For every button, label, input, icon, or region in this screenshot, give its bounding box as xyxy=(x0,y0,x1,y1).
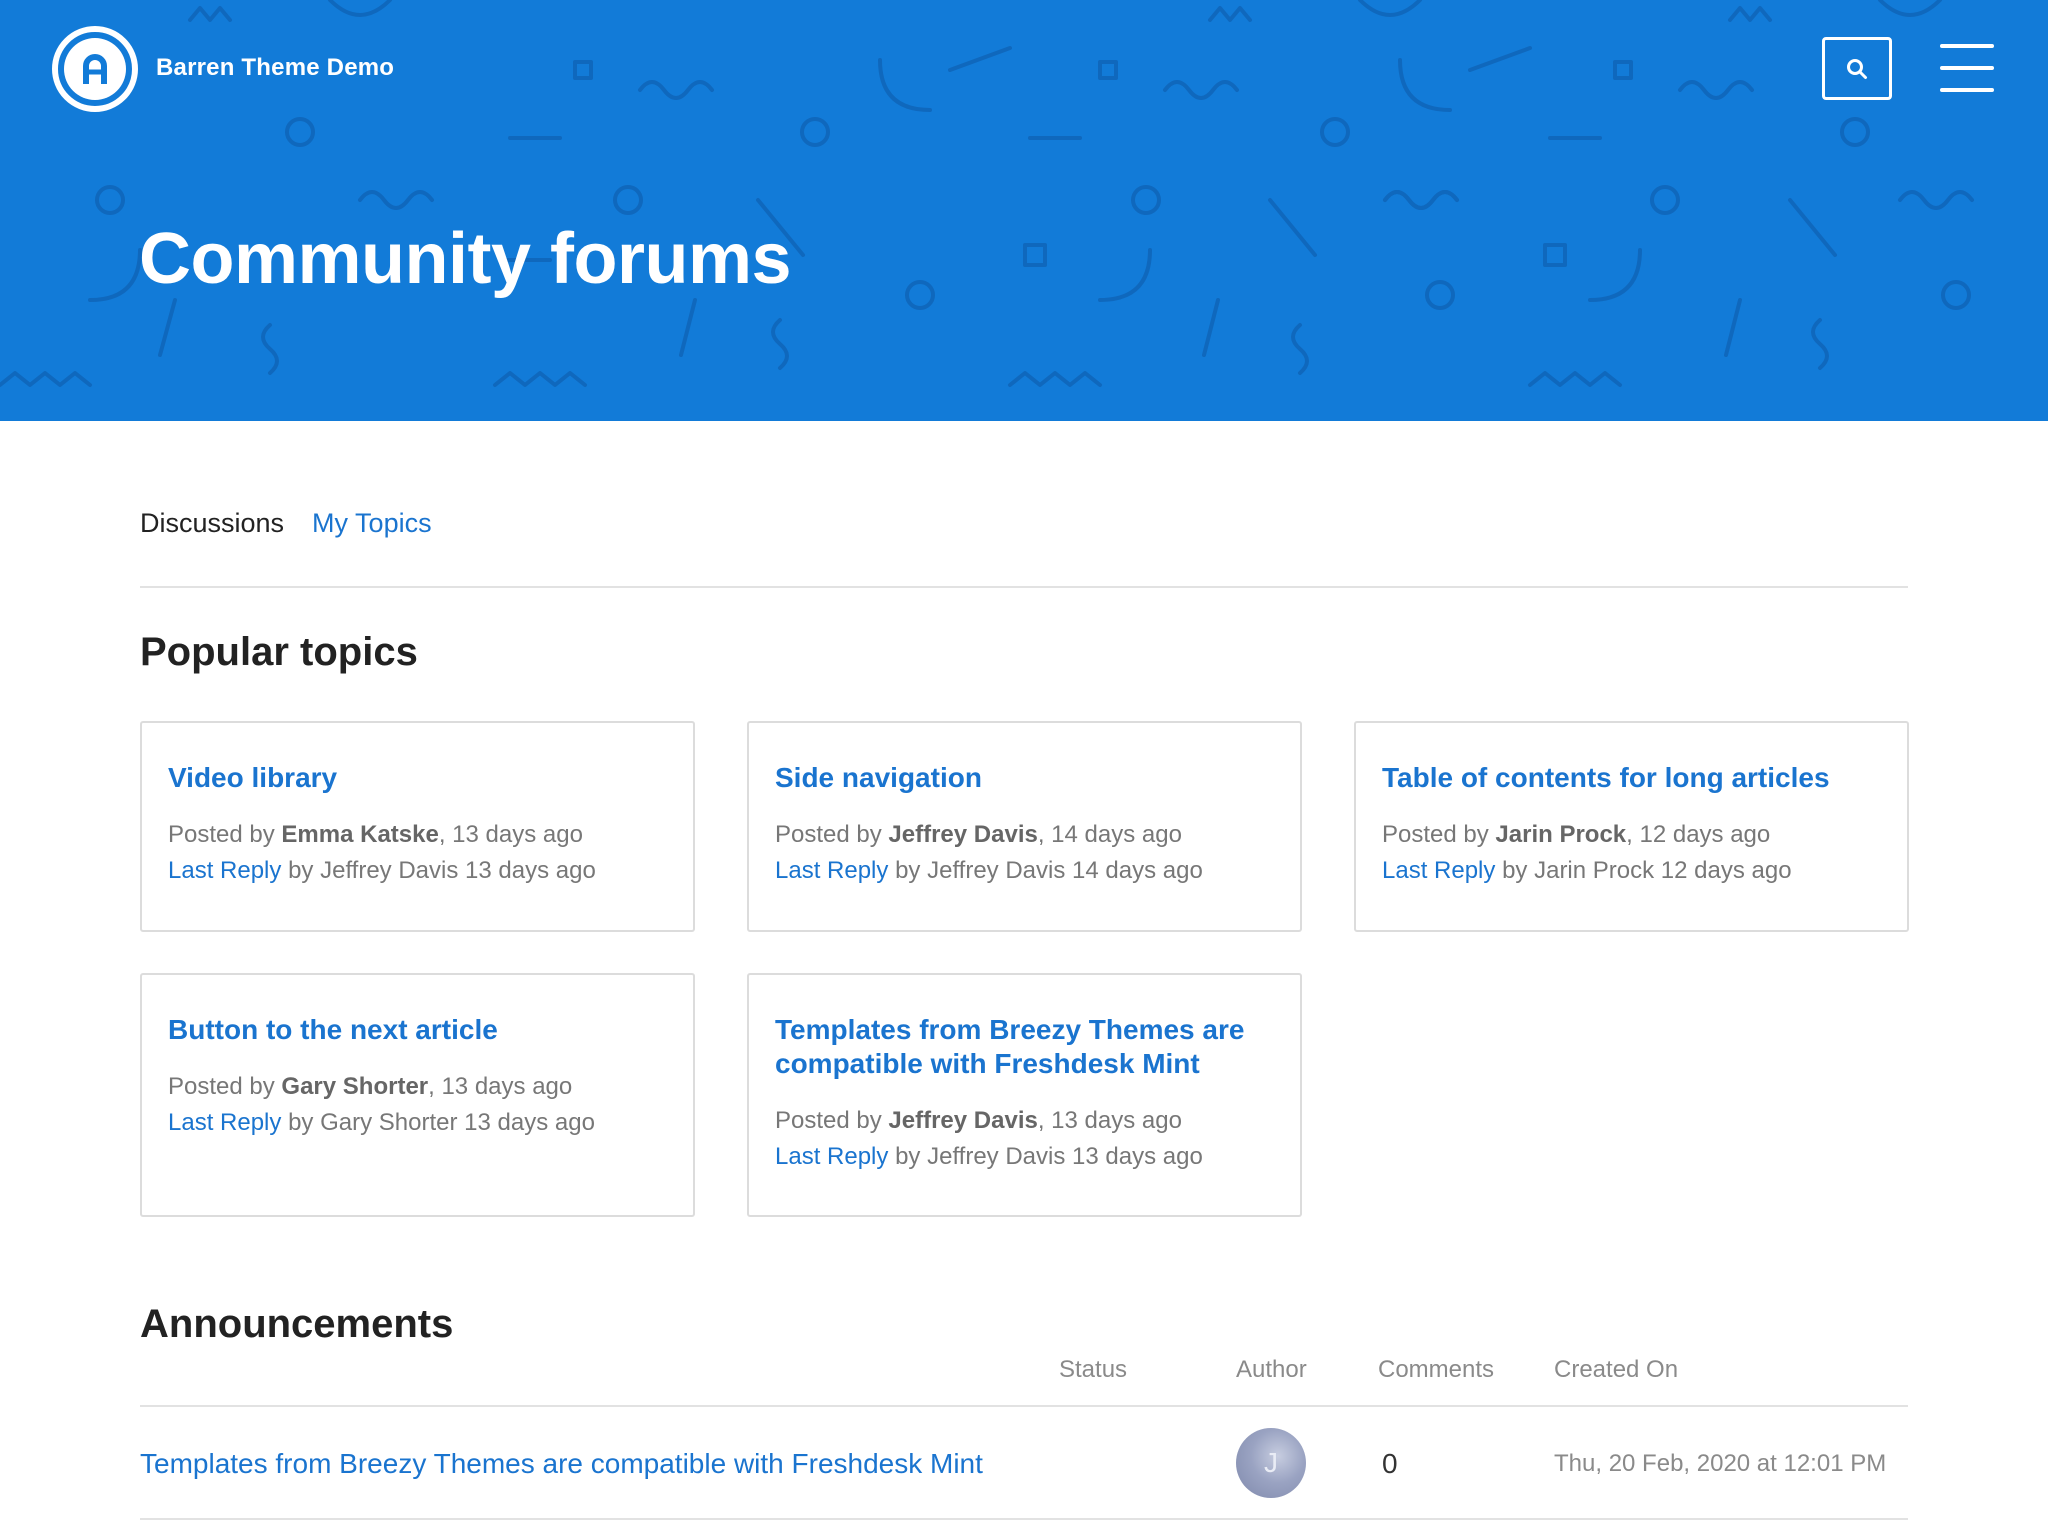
hero-banner: Barren Theme Demo Community forums xyxy=(0,0,2048,421)
topic-author: Jeffrey Davis xyxy=(888,1107,1038,1134)
last-reply-link[interactable]: Last Reply xyxy=(775,1143,888,1170)
last-reply-link[interactable]: Last Reply xyxy=(168,857,281,884)
topic-title[interactable]: Templates from Breezy Themes are compati… xyxy=(775,1013,1245,1081)
search-button[interactable] xyxy=(1822,37,1892,100)
topic-meta: Posted by Gary Shorter, 13 days ago Last… xyxy=(168,1069,667,1141)
last-reply-info: Jarin Prock 12 days ago xyxy=(1534,857,1792,884)
posted-prefix: Posted by xyxy=(775,1107,882,1134)
menu-line xyxy=(1940,88,1994,92)
posted-ago: , 13 days ago xyxy=(428,1073,573,1100)
topic-meta: Posted by Jeffrey Davis, 14 days ago Las… xyxy=(775,817,1274,889)
topic-author: Jeffrey Davis xyxy=(888,821,1038,848)
topic-author: Gary Shorter xyxy=(281,1073,429,1100)
column-header-created-on: Created On xyxy=(1554,1356,1679,1383)
last-reply-info: Gary Shorter 13 days ago xyxy=(320,1109,595,1136)
topic-title[interactable]: Table of contents for long articles xyxy=(1382,761,1881,795)
announcements-heading: Announcements xyxy=(140,1302,454,1346)
last-reply-link[interactable]: Last Reply xyxy=(168,1109,281,1136)
topic-card[interactable]: Side navigation Posted by Jeffrey Davis,… xyxy=(747,721,1302,932)
last-reply-link[interactable]: Last Reply xyxy=(1382,857,1495,884)
posted-ago: , 14 days ago xyxy=(1037,821,1182,848)
column-header-comments: Comments xyxy=(1378,1356,1495,1383)
tab-discussions[interactable]: Discussions xyxy=(140,508,284,539)
posted-prefix: Posted by xyxy=(168,821,275,848)
last-reply-link[interactable]: Last Reply xyxy=(775,857,888,884)
hamburger-menu-icon[interactable] xyxy=(1940,44,1994,92)
last-reply-info: Jeffrey Davis 13 days ago xyxy=(320,857,596,884)
posted-ago: , 12 days ago xyxy=(1626,821,1771,848)
topic-meta: Posted by Jeffrey Davis, 13 days ago Las… xyxy=(775,1103,1274,1175)
by-word: by xyxy=(895,1143,921,1170)
site-name[interactable]: Barren Theme Demo xyxy=(156,54,394,82)
announcement-title-link[interactable]: Templates from Breezy Themes are compati… xyxy=(140,1448,983,1480)
created-on-date: Thu, 20 Feb, 2020 at 12:01 PM xyxy=(1554,1450,1887,1477)
topic-author: Emma Katske xyxy=(281,821,439,848)
posted-prefix: Posted by xyxy=(168,1073,275,1100)
posted-prefix: Posted by xyxy=(1382,821,1489,848)
topic-author: Jarin Prock xyxy=(1495,821,1627,848)
table-divider xyxy=(140,1518,1908,1520)
posted-ago: , 13 days ago xyxy=(1037,1107,1182,1134)
tabs-divider xyxy=(140,586,1908,588)
table-divider xyxy=(140,1405,1908,1407)
forum-tabs: Discussions My Topics xyxy=(140,508,432,539)
topic-meta: Posted by Emma Katske, 13 days ago Last … xyxy=(168,817,667,889)
column-header-author: Author xyxy=(1236,1356,1307,1383)
by-word: by xyxy=(288,857,314,884)
site-logo[interactable] xyxy=(52,26,138,112)
page-title: Community forums xyxy=(139,219,792,299)
menu-line xyxy=(1940,66,1994,70)
by-word: by xyxy=(895,857,921,884)
column-header-status: Status xyxy=(1059,1356,1128,1383)
menu-line xyxy=(1940,44,1994,48)
by-word: by xyxy=(1502,857,1528,884)
popular-topics-heading: Popular topics xyxy=(140,630,418,674)
avatar[interactable]: J xyxy=(1236,1428,1306,1498)
topic-card[interactable]: Templates from Breezy Themes are compati… xyxy=(747,973,1302,1217)
topic-card[interactable]: Button to the next article Posted by Gar… xyxy=(140,973,695,1217)
logo-letter-icon xyxy=(64,38,126,100)
topic-card[interactable]: Video library Posted by Emma Katske, 13 … xyxy=(140,721,695,932)
search-icon xyxy=(1847,58,1867,79)
topic-title[interactable]: Button to the next article xyxy=(168,1013,667,1047)
comments-count: 0 xyxy=(1382,1448,1398,1479)
posted-prefix: Posted by xyxy=(775,821,882,848)
last-reply-info: Jeffrey Davis 14 days ago xyxy=(927,857,1203,884)
tab-my-topics[interactable]: My Topics xyxy=(312,508,432,539)
topic-title[interactable]: Side navigation xyxy=(775,761,1274,795)
last-reply-info: Jeffrey Davis 13 days ago xyxy=(927,1143,1203,1170)
topic-meta: Posted by Jarin Prock, 12 days ago Last … xyxy=(1382,817,1881,889)
by-word: by xyxy=(288,1109,314,1136)
topic-card[interactable]: Table of contents for long articles Post… xyxy=(1354,721,1909,932)
posted-ago: , 13 days ago xyxy=(438,821,583,848)
topic-title[interactable]: Video library xyxy=(168,761,667,795)
